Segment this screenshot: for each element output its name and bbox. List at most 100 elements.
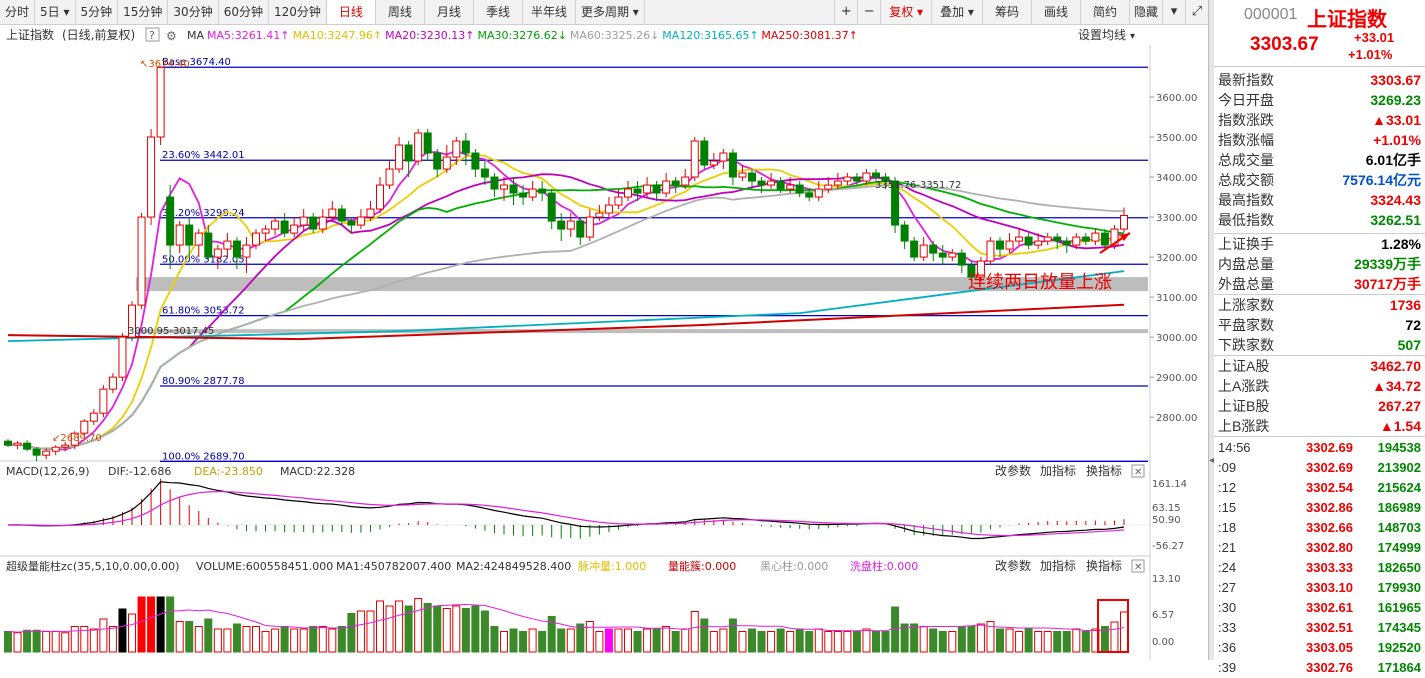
- tick-q: 213902: [1377, 460, 1421, 475]
- volume-bar: [395, 600, 404, 653]
- stat-label: 上涨家数: [1218, 297, 1274, 313]
- candle-body: [643, 184, 652, 194]
- candle-body: [585, 216, 594, 238]
- stat-label: 内盘总量: [1218, 256, 1274, 272]
- macd-edit-params[interactable]: 改参数: [995, 463, 1031, 478]
- candle-body: [652, 184, 661, 194]
- tab-5min[interactable]: 5分钟: [76, 0, 119, 24]
- volume-bar: [414, 598, 423, 653]
- tab-weekly[interactable]: 周线: [376, 0, 425, 24]
- volume-switch-indicator[interactable]: 换指标: [1086, 558, 1122, 573]
- zoom-in-icon[interactable]: +: [834, 0, 857, 24]
- tab-quarterly[interactable]: 季线: [474, 0, 523, 24]
- candle-body: [681, 176, 690, 186]
- candle-body: [929, 244, 938, 254]
- volume-bar: [967, 626, 976, 653]
- volume-bar: [309, 626, 318, 653]
- candle-body: [480, 168, 489, 178]
- volume-bar: [4, 631, 12, 653]
- tab-daily[interactable]: 日线: [326, 0, 376, 24]
- stock-chart[interactable]: 上证指数 (日线,前复权) ? ⚙ MA MA5:3261.41↑ MA10:32…: [0, 25, 1208, 660]
- close-icon[interactable]: ✕: [1134, 467, 1142, 478]
- volume-ma-line: [7, 603, 1125, 633]
- candle-body: [80, 420, 89, 434]
- ma-line: [7, 184, 1125, 450]
- volume-bar: [776, 628, 785, 653]
- volume-bar: [42, 631, 51, 653]
- tick-row: :09 3302.69 213902: [1214, 458, 1425, 478]
- stat-value: 30717万手: [1354, 276, 1421, 292]
- candle-body: [442, 156, 451, 170]
- vol-tick-1: 13.10: [1152, 574, 1181, 585]
- macd-add-indicator[interactable]: 加指标: [1040, 463, 1076, 478]
- tab-halfyear[interactable]: 半年线: [523, 0, 576, 24]
- zoom-out-icon[interactable]: −: [857, 0, 880, 24]
- tab-intraday[interactable]: 分时: [0, 0, 36, 24]
- volume-bar: [385, 605, 394, 653]
- stat-label: 上A涨跌: [1218, 378, 1270, 394]
- candle-body: [433, 152, 442, 170]
- stat-value: 7576.14亿元: [1342, 172, 1421, 188]
- volume-bar: [261, 631, 270, 653]
- ma-line: [7, 154, 1125, 450]
- volume-edit-params[interactable]: 改参数: [995, 558, 1031, 573]
- ma-settings-button[interactable]: 设置均线: [1078, 28, 1126, 42]
- tab-60min[interactable]: 60分钟: [219, 0, 269, 24]
- candle-body: [1072, 236, 1081, 246]
- volume-bar: [204, 618, 213, 653]
- expand-icon[interactable]: ⤢: [1185, 0, 1208, 24]
- stat-value: 1.28%: [1381, 236, 1421, 252]
- tick-t: :24: [1218, 560, 1237, 575]
- draw-line-button[interactable]: 画线: [1030, 0, 1080, 24]
- tab-monthly[interactable]: 月线: [425, 0, 474, 24]
- overlay-menu[interactable]: 叠加 ▾: [931, 0, 982, 24]
- tick-q: 179930: [1377, 580, 1421, 595]
- volume-bar: [528, 628, 537, 653]
- gear-icon[interactable]: ⚙: [166, 29, 177, 43]
- close-icon[interactable]: ✕: [1134, 562, 1142, 573]
- turnover-stats: 上证换手 1.28% 内盘总量 29339万手 外盘总量 30717万手: [1214, 234, 1425, 295]
- macd-switch-indicator[interactable]: 换指标: [1086, 463, 1122, 478]
- candle-body: [767, 180, 776, 186]
- volume-bar: [814, 628, 823, 653]
- candle-body: [1034, 240, 1043, 246]
- volume-bar: [147, 596, 156, 653]
- share-stats: 上证A股 3462.70 上A涨跌 ▲34.72 上证B股 267.27 上B涨跌 ▲1.54: [1214, 356, 1425, 437]
- candle-body: [728, 152, 737, 178]
- tick-t: :09: [1218, 460, 1237, 475]
- volume-bar: [61, 632, 70, 653]
- candle-body: [213, 248, 222, 258]
- stat-row: 指数涨跌 ▲33.01: [1214, 110, 1425, 130]
- volume-bar: [690, 611, 699, 653]
- candle-body: [61, 444, 70, 448]
- chevron-down-icon[interactable]: ▾: [1162, 0, 1185, 24]
- candle-body: [671, 180, 680, 186]
- hide-button[interactable]: 隐藏: [1128, 0, 1162, 24]
- macd-tick-2: 63.15: [1152, 503, 1181, 514]
- tick-p: 3302.76: [1306, 660, 1353, 675]
- tab-15min[interactable]: 15分钟: [118, 0, 169, 24]
- high-mark: ↖3674.40: [140, 59, 190, 70]
- fib-label: 100.0% 2689.70: [162, 451, 245, 462]
- candle-body: [509, 184, 518, 194]
- tab-120min[interactable]: 120分钟: [269, 0, 327, 24]
- chip-button[interactable]: 筹码: [981, 0, 1031, 24]
- stat-value: 29339万手: [1354, 256, 1421, 272]
- tab-more-periods[interactable]: 更多周期 ▾: [576, 0, 645, 24]
- candle-body: [557, 220, 566, 230]
- fib-label: 80.90% 2877.78: [162, 376, 245, 387]
- candle-body: [1081, 236, 1090, 242]
- tick-p: 3302.54: [1306, 480, 1353, 495]
- volume-add-indicator[interactable]: 加指标: [1040, 558, 1076, 573]
- stat-label: 最高指数: [1218, 192, 1274, 208]
- tab-5day[interactable]: 5日 ▾: [35, 0, 76, 24]
- tab-30min[interactable]: 30分钟: [168, 0, 219, 24]
- simple-button[interactable]: 简约: [1079, 0, 1129, 24]
- tick-row: :24 3303.33 182650: [1214, 558, 1425, 578]
- volume-bar: [500, 631, 508, 653]
- chevron-down-icon[interactable]: ▾: [1130, 31, 1135, 42]
- tick-t: :27: [1218, 580, 1237, 595]
- volume-bar: [156, 596, 165, 653]
- restore-rights-menu[interactable]: 复权 ▾: [880, 0, 931, 24]
- candle-body: [662, 180, 671, 194]
